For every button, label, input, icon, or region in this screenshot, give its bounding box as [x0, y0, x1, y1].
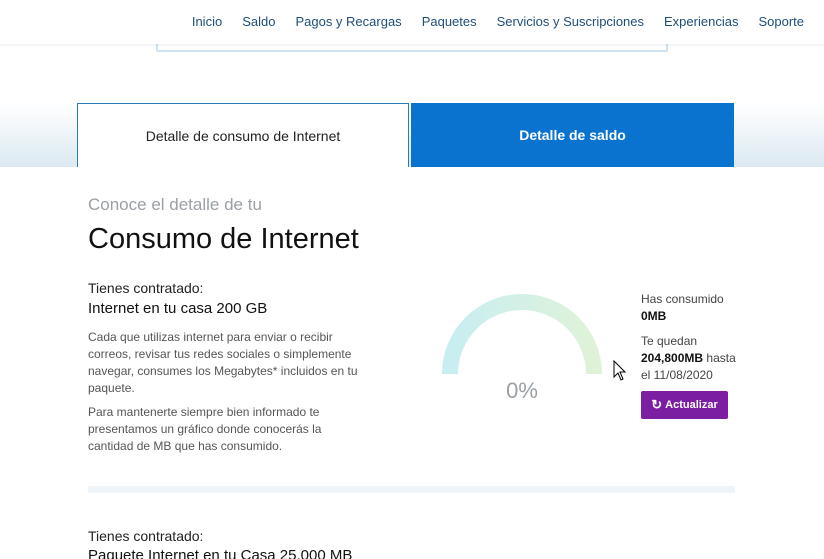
- plan-contracted-label: Tienes contratado:: [88, 280, 204, 296]
- update-button-label: Actualizar: [665, 399, 718, 411]
- top-navigation: Inicio Saldo Pagos y Recargas Paquetes Servi…: [0, 0, 824, 44]
- nav-item-saldo[interactable]: Saldo: [242, 14, 275, 29]
- nav-item-paquetes[interactable]: Paquetes: [422, 14, 477, 29]
- page-title: Consumo de Internet: [88, 223, 359, 255]
- plan-name: Internet en tu casa 200 GB: [88, 300, 268, 317]
- tab-internet-consumption[interactable]: Detalle de consumo de Internet: [77, 103, 409, 167]
- nav-item-inicio[interactable]: Inicio: [192, 14, 222, 29]
- plan-info-text: Para mantenerte siempre bien informado t…: [88, 405, 322, 453]
- remaining-block: Te quedan 204,800MB hasta el 11/08/2020: [641, 333, 751, 384]
- plan2-contracted-label: Tienes contratado:: [88, 528, 204, 544]
- consumption-gauge: [442, 294, 602, 375]
- nav-item-pagos-y-recargas[interactable]: Pagos y Recargas: [295, 14, 401, 29]
- plan2-name: Paquete Internet en tu Casa 25,000 MB: [88, 547, 353, 559]
- nav-item-experiencias[interactable]: Experiencias: [664, 14, 738, 29]
- section-divider: [88, 486, 735, 493]
- update-button[interactable]: ↻ Actualizar: [641, 391, 728, 419]
- refresh-icon: ↻: [651, 397, 663, 412]
- tab-internet-label: Detalle de consumo de Internet: [145, 127, 341, 144]
- remaining-date: el 11/08/2020: [641, 368, 713, 382]
- consumed-label: Has consumido: [641, 292, 724, 306]
- remaining-label: Te quedan: [641, 334, 698, 348]
- gauge-percentage: 0%: [506, 378, 538, 403]
- nav-item-servicios-y-suscripciones[interactable]: Servicios y Suscripciones: [497, 14, 644, 29]
- nav-list: Inicio Saldo Pagos y Recargas Paquetes Servi…: [192, 14, 804, 29]
- mouse-cursor-icon: [613, 360, 627, 381]
- gauge-arc: [442, 294, 602, 375]
- tab-balance-detail[interactable]: Detalle de saldo: [411, 103, 734, 167]
- section-subtitle: Conoce el detalle de tu: [88, 195, 262, 214]
- tab-saldo-label: Detalle de saldo: [519, 127, 626, 143]
- consumed-value: 0MB: [641, 309, 667, 323]
- nav-item-soporte[interactable]: Soporte: [758, 14, 804, 29]
- plan-description: Cada que utilizas internet para enviar o…: [88, 330, 358, 395]
- remaining-value: 204,800MB: [641, 351, 704, 365]
- remaining-suffix: hasta: [706, 351, 736, 365]
- consumed-block: Has consumido 0MB: [641, 291, 751, 325]
